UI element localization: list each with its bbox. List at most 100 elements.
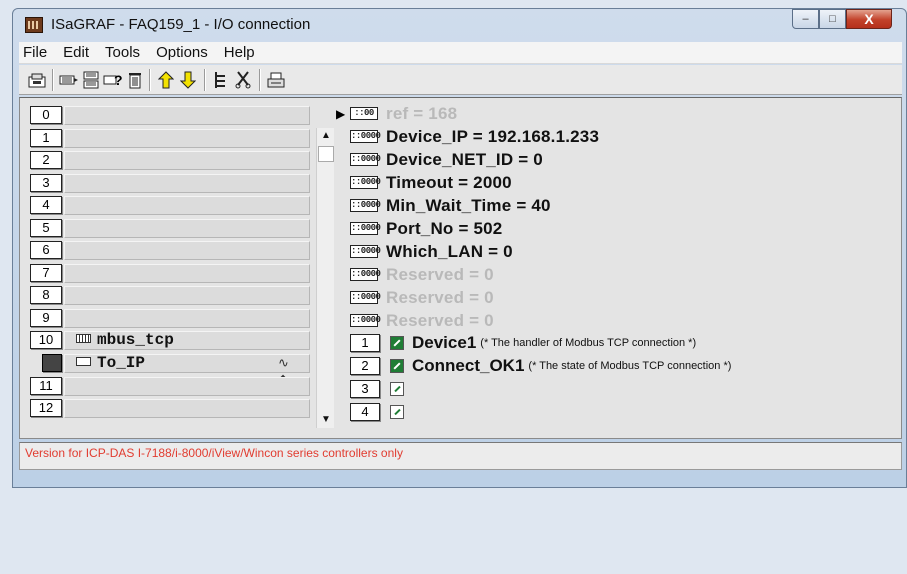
boolean-variable-icon (390, 336, 404, 350)
board-list-icon[interactable] (81, 70, 101, 90)
channel-number[interactable]: 2 (350, 357, 380, 375)
delete-icon[interactable] (125, 70, 145, 90)
slot-number[interactable]: 8 (30, 286, 62, 304)
board-name: To_IP (76, 354, 145, 372)
slot-board[interactable] (64, 264, 310, 283)
menu-help[interactable]: Help (216, 44, 263, 61)
channel-number[interactable]: 3 (350, 380, 380, 398)
param-text[interactable]: Device_IP = 192.168.1.233 (386, 127, 599, 147)
board-name-label: mbus_tcp (97, 331, 174, 349)
channel-number[interactable]: 4 (350, 403, 380, 421)
menu-edit[interactable]: Edit (55, 44, 97, 61)
slot-number[interactable]: 1 (30, 129, 62, 147)
param-value-icon: ::0000 (350, 245, 381, 258)
param-value-icon: ::0000 (350, 153, 381, 166)
toolbar: ? (19, 65, 902, 95)
print-icon[interactable] (266, 70, 286, 90)
move-down-icon[interactable] (178, 70, 198, 90)
slot-board[interactable] (64, 151, 310, 170)
output-board-icon (76, 357, 91, 366)
slot-number[interactable]: 7 (30, 264, 62, 282)
window-controls: – □ X (792, 9, 892, 29)
slot-number[interactable]: 12 (30, 399, 62, 417)
empty-channel-icon (390, 405, 404, 419)
slot-scrollbar[interactable]: ▲ ▼ (316, 128, 334, 428)
param-text[interactable]: Reserved = 0 (386, 311, 494, 331)
isagraf-app-icon[interactable] (25, 17, 43, 33)
slot-number[interactable]: 0 (30, 106, 62, 124)
menu-file[interactable]: File (19, 44, 55, 61)
menu-options[interactable]: Options (148, 44, 216, 61)
menu-bar: File Edit Tools Options Help (19, 42, 902, 64)
param-value-icon: ::00 (350, 107, 378, 120)
cut-icon[interactable] (233, 70, 253, 90)
channel-variable[interactable]: Connect_OK1 (* The state of Modbus TCP co… (412, 356, 731, 376)
open-board-icon[interactable] (27, 70, 47, 90)
slot-number[interactable]: 11 (30, 377, 62, 395)
scroll-thumb[interactable] (318, 146, 334, 162)
board-name: mbus_tcp (76, 331, 174, 349)
move-up-icon[interactable] (156, 70, 176, 90)
slot-board[interactable] (64, 129, 310, 148)
param-value-icon: ::0000 (350, 291, 381, 304)
param-value-icon: ::0000 (350, 130, 381, 143)
scroll-up-arrow-icon[interactable]: ▲ (317, 128, 335, 144)
slot-board[interactable] (64, 377, 310, 396)
window-title: ISaGRAF - FAQ159_1 - I/O connection (51, 16, 311, 33)
channel-variable[interactable]: Device1 (* The handler of Modbus TCP conn… (412, 333, 696, 353)
slot-number[interactable]: 5 (30, 219, 62, 237)
slot-board[interactable] (64, 174, 310, 193)
menu-tools[interactable]: Tools (97, 44, 148, 61)
variable-name: Connect_OK1 (412, 356, 525, 375)
minimize-button[interactable]: – (792, 9, 819, 29)
board-name-label: To_IP (97, 354, 146, 372)
maximize-button[interactable]: □ (819, 9, 846, 29)
variable-comment: (* The state of Modbus TCP connection *) (528, 360, 732, 372)
slot-number[interactable]: 2 (30, 151, 62, 169)
slot-number[interactable]: 3 (30, 174, 62, 192)
param-value-icon: ::0000 (350, 176, 381, 189)
expand-arrow-icon[interactable]: ▶ (336, 107, 345, 121)
slot-number[interactable]: 9 (30, 309, 62, 327)
io-connection-panel: 0 1 2 3 4 5 6 7 8 9 10 mbus_tcp To_IP ∿ … (19, 97, 902, 439)
app-window: ISaGRAF - FAQ159_1 - I/O connection – □ … (12, 8, 907, 488)
title-bar[interactable]: ISaGRAF - FAQ159_1 - I/O connection – □ … (13, 9, 906, 41)
variable-name: Device1 (412, 333, 477, 352)
empty-channel-icon (390, 382, 404, 396)
slot-board[interactable] (64, 219, 310, 238)
sub-slot-marker[interactable] (42, 354, 62, 372)
param-value-icon: ::0000 (350, 199, 381, 212)
slot-board[interactable] (64, 309, 310, 328)
param-text[interactable]: Reserved = 0 (386, 288, 494, 308)
param-text[interactable]: Which_LAN = 0 (386, 242, 513, 262)
svg-text:?: ? (114, 72, 123, 88)
slot-number[interactable]: 4 (30, 196, 62, 214)
param-text[interactable]: Device_NET_ID = 0 (386, 150, 543, 170)
param-value-icon: ::0000 (350, 268, 381, 281)
param-value-icon: ::0000 (350, 314, 381, 327)
status-text: Version for ICP-DAS I-7188/i-8000/iView/… (25, 446, 403, 460)
slot-board[interactable] (64, 241, 310, 260)
param-text[interactable]: Port_No = 502 (386, 219, 502, 239)
param-text[interactable]: Min_Wait_Time = 40 (386, 196, 551, 216)
param-value-icon: ::0000 (350, 222, 381, 235)
slot-board[interactable] (64, 196, 310, 215)
connect-icon[interactable] (59, 70, 79, 90)
slot-number[interactable]: 6 (30, 241, 62, 259)
slot-board[interactable] (64, 399, 310, 418)
scroll-down-arrow-icon[interactable]: ▼ (317, 412, 335, 428)
status-bar: Version for ICP-DAS I-7188/i-8000/iView/… (19, 442, 902, 470)
channel-number[interactable]: 1 (350, 334, 380, 352)
tree-icon[interactable] (211, 70, 231, 90)
close-button[interactable]: X (846, 9, 892, 29)
variable-comment: (* The handler of Modbus TCP connection … (480, 337, 697, 349)
boolean-variable-icon (390, 359, 404, 373)
slot-board[interactable] (64, 106, 310, 125)
param-text[interactable]: Reserved = 0 (386, 265, 494, 285)
slot-number[interactable]: 10 (30, 331, 62, 349)
param-text[interactable]: ref = 168 (386, 104, 457, 124)
board-icon (76, 334, 91, 343)
board-help-icon[interactable]: ? (103, 70, 123, 90)
slot-board[interactable] (64, 286, 310, 305)
param-text[interactable]: Timeout = 2000 (386, 173, 512, 193)
